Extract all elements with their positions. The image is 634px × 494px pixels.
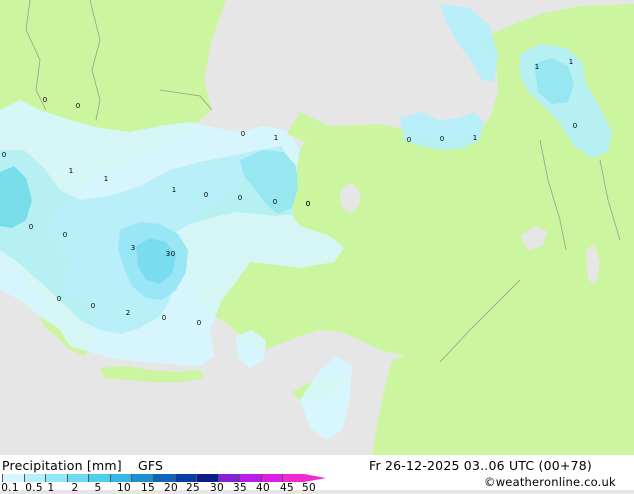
scale-tick-label: 30 xyxy=(210,482,224,494)
credit-link[interactable]: ©weatheronline.co.uk xyxy=(484,475,616,489)
color-swatch xyxy=(88,474,111,482)
precip-value-label: 0 xyxy=(306,200,310,208)
scale-tick-label: 1 xyxy=(47,482,55,494)
color-swatch xyxy=(239,474,262,482)
precip-value-label: 0 xyxy=(91,302,95,310)
precipitation-map: 00001110 0 0 010033002000 0101010 xyxy=(0,0,634,455)
precip-value-label: 2 xyxy=(126,309,130,317)
color-swatch xyxy=(174,474,197,482)
precip-value-label: 0 xyxy=(573,122,577,130)
precip-value-label: 0 xyxy=(57,295,61,303)
precip-value-label: 1 xyxy=(569,58,573,66)
precip-value-label: 0 xyxy=(440,135,444,143)
scale-tick-label: 25 xyxy=(186,482,200,494)
scale-tick-label: 0.5 xyxy=(25,482,43,494)
precip-value-label: 1 xyxy=(172,186,176,194)
precip-value-label: 0 xyxy=(407,136,411,144)
precip-value-label: 0 xyxy=(29,223,33,231)
color-swatch xyxy=(217,474,240,482)
precip-value-label: 0 xyxy=(2,151,6,159)
precip-value-label: 1 xyxy=(69,167,73,175)
color-swatch xyxy=(66,474,89,482)
color-swatch xyxy=(196,474,219,482)
precip-value-label: 0 xyxy=(197,319,201,327)
precip-value-label: 0 xyxy=(43,96,47,104)
scale-tick-label: 2 xyxy=(71,482,79,494)
color-swatch xyxy=(109,474,132,482)
scale-tick-label: 20 xyxy=(164,482,178,494)
color-swatch xyxy=(131,474,154,482)
precip-value-label: 0 xyxy=(76,102,80,110)
valid-time: Fr 26-12-2025 03..06 UTC (00+78) xyxy=(369,458,592,473)
color-swatch xyxy=(23,474,46,482)
precip-value-label: 0 xyxy=(171,250,175,258)
scale-tick-label: 50 xyxy=(302,482,316,494)
precip-value-label: 0 xyxy=(204,191,208,199)
precip-value-label: 1 xyxy=(274,134,278,142)
forecast-map-view: 00001110000100330020000101010 Precipitat… xyxy=(0,0,634,494)
scale-tick-label: 0.1 xyxy=(1,482,19,494)
scale-tick-label: 45 xyxy=(280,482,294,494)
color-swatch xyxy=(45,474,68,482)
precip-value-label: 0 xyxy=(238,194,242,202)
precip-value-label: 3 xyxy=(131,244,135,252)
precip-value-label: 1 xyxy=(473,134,477,142)
scale-tick-label: 15 xyxy=(141,482,155,494)
scale-tick-label: 35 xyxy=(233,482,247,494)
color-swatch xyxy=(282,474,305,482)
precip-value-label: 0 xyxy=(241,130,245,138)
color-swatch xyxy=(153,474,176,482)
model-name: GFS xyxy=(138,458,164,473)
color-scale xyxy=(2,474,328,482)
lake-tuz xyxy=(340,184,360,212)
precip-value-label: 0 xyxy=(162,314,166,322)
precip-value-label: 1 xyxy=(535,63,539,71)
precip-value-label: 3 xyxy=(166,250,170,258)
scale-tick-label: 5 xyxy=(94,482,102,494)
precip-value-label: 1 xyxy=(104,175,108,183)
precip-value-label: 0 xyxy=(63,231,67,239)
legend-title: Precipitation [mm] xyxy=(2,458,122,473)
precip-value-label: 0 xyxy=(273,198,277,206)
color-swatch xyxy=(2,474,25,482)
scale-tick-label: 40 xyxy=(256,482,270,494)
legend-bar: Precipitation [mm] GFS Fr 26-12-2025 03.… xyxy=(0,455,634,494)
color-swatch xyxy=(260,474,283,482)
scale-tick-label: 10 xyxy=(117,482,131,494)
scale-arrow xyxy=(304,474,326,482)
